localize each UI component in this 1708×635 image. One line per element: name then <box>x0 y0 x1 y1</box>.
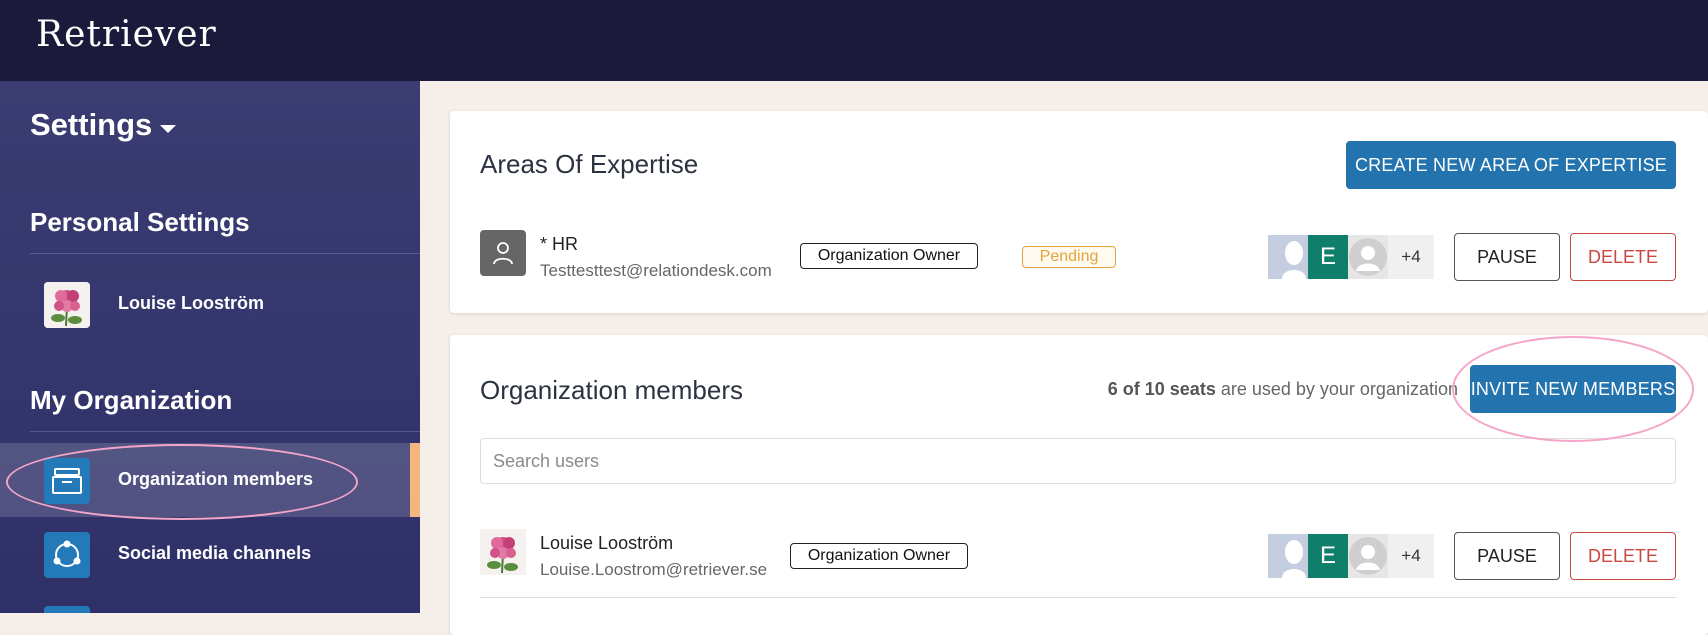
card-title: Areas Of Expertise <box>480 149 699 179</box>
more-avatars-count: +4 <box>1388 534 1434 578</box>
delete-button[interactable]: DELETE <box>1570 532 1676 580</box>
member-email: Louise.Loostrom@retriever.se <box>540 560 768 579</box>
sidebar-item-user-profile[interactable]: Louise Looström <box>0 267 420 341</box>
folder-icon <box>44 606 90 613</box>
share-network-icon <box>44 532 90 578</box>
card-title: Organization members <box>480 375 743 405</box>
avatar <box>1348 534 1388 578</box>
status-badge: Pending <box>1022 246 1116 268</box>
personal-settings-heading: Personal Settings <box>30 207 250 237</box>
divider <box>30 431 420 432</box>
sidebar: Settings Personal Settings Louise Loostr… <box>0 81 420 613</box>
avatar: E <box>1308 534 1348 578</box>
role-badge: Organization Owner <box>800 243 978 269</box>
create-area-button[interactable]: CREATE NEW AREA OF EXPERTISE <box>1346 141 1676 189</box>
user-avatar <box>480 529 526 575</box>
search-input[interactable] <box>480 438 1676 484</box>
sidebar-item-label: Louise Looström <box>118 293 265 313</box>
caret-down-icon[interactable] <box>160 125 176 133</box>
sidebar-item-social-media-channels[interactable]: Social media channels <box>0 517 420 591</box>
areas-of-expertise-card: Areas Of Expertise CREATE NEW AREA OF EX… <box>450 111 1708 313</box>
seats-count: 6 of 10 seats <box>1107 379 1216 399</box>
member-avatars[interactable]: E +4 <box>1268 534 1434 578</box>
sidebar-item-label: Social media channels <box>118 543 312 563</box>
my-organization-heading: My Organization <box>30 385 233 415</box>
role-badge: Organization Owner <box>790 543 968 569</box>
avatar <box>1268 235 1308 279</box>
top-bar: Retriever <box>0 0 1708 81</box>
retriever-logo[interactable]: Retriever <box>36 14 217 55</box>
avatar: E <box>1308 235 1348 279</box>
delete-button[interactable]: DELETE <box>1570 233 1676 281</box>
pause-button[interactable]: PAUSE <box>1454 532 1560 580</box>
annotation-ellipse <box>6 444 358 520</box>
seats-suffix: are used by your organization <box>1220 379 1458 399</box>
annotation-ellipse <box>1452 336 1694 442</box>
divider <box>30 253 420 254</box>
seats-usage: 6 of 10 seats are used by your organizat… <box>1108 379 1458 400</box>
avatar <box>1268 534 1308 578</box>
sidebar-item-more[interactable] <box>0 591 420 613</box>
user-avatar <box>44 282 90 328</box>
area-email: Testtesttest@relationdesk.com <box>540 261 772 280</box>
active-indicator <box>410 443 420 517</box>
area-name: * HR <box>540 234 579 254</box>
avatar <box>1348 235 1388 279</box>
member-avatars[interactable]: E +4 <box>1268 235 1434 279</box>
more-avatars-count: +4 <box>1388 235 1434 279</box>
member-name: Louise Looström <box>540 533 674 553</box>
user-placeholder-icon <box>480 230 526 276</box>
pause-button[interactable]: PAUSE <box>1454 233 1560 281</box>
row-divider <box>480 597 1676 598</box>
settings-title[interactable]: Settings <box>30 107 152 143</box>
